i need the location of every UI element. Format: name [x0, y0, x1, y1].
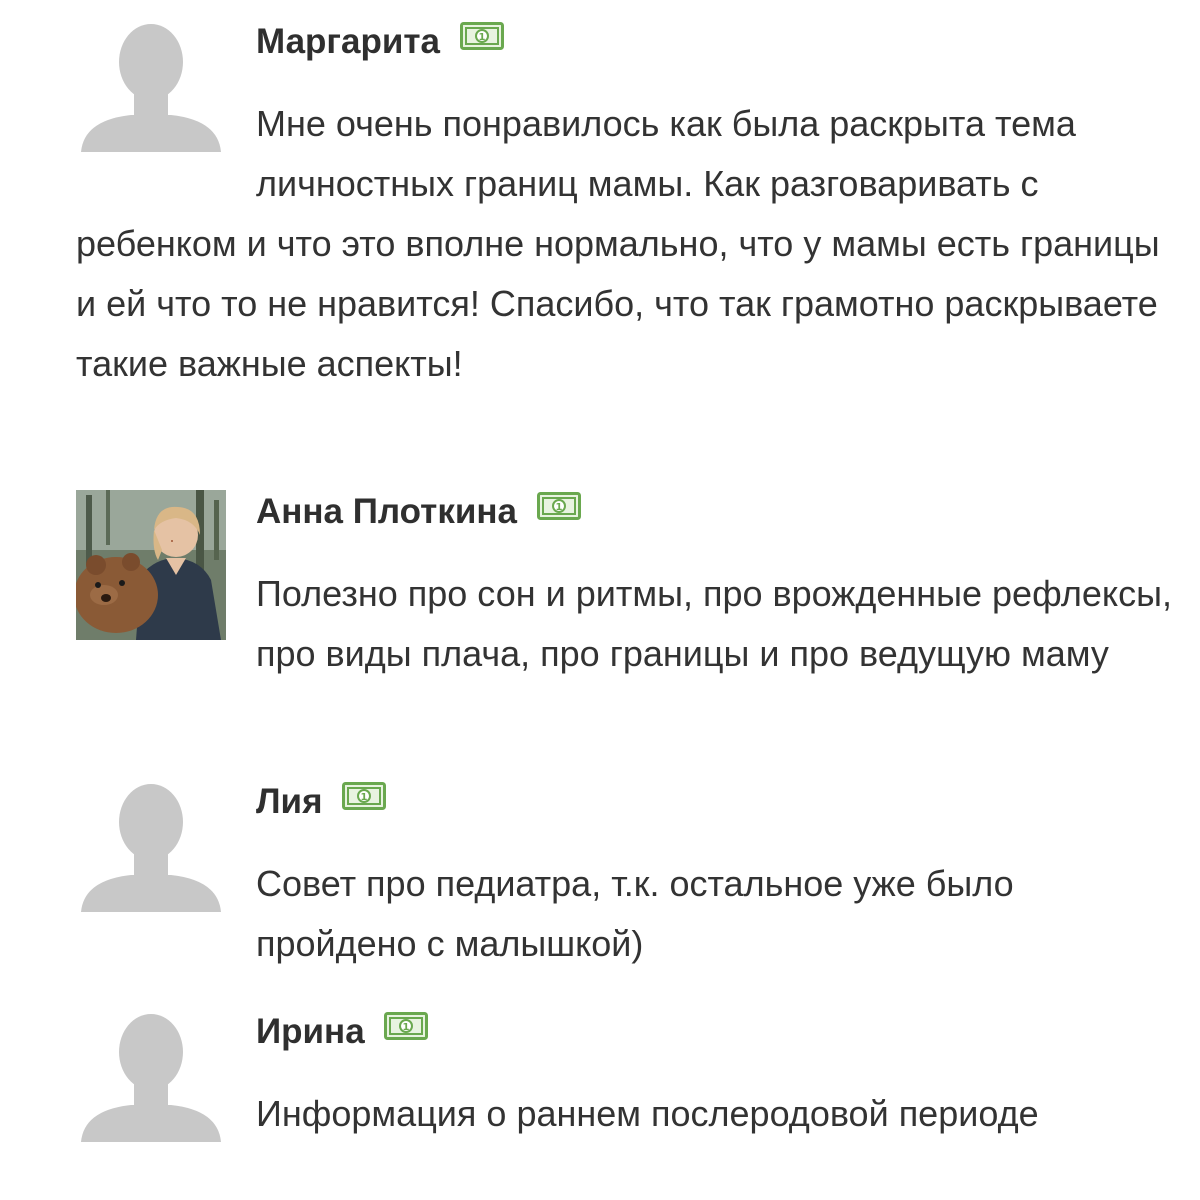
- comment-header: Маргарита 1: [76, 19, 1176, 61]
- avatar[interactable]: [76, 1010, 226, 1160]
- default-user-icon: [76, 780, 226, 930]
- default-user-icon: [76, 20, 226, 170]
- comment-item: Лия 1 Совет про педиатра, т.к. остальное…: [76, 780, 1176, 974]
- svg-text:1: 1: [478, 32, 485, 43]
- comment-item: Ирина 1 Информация о раннем послеродовой…: [76, 1010, 1176, 1160]
- comment-item: Анна Плоткина 1 Полезно про сон и ритмы,…: [76, 490, 1176, 684]
- comment-item: Маргарита 1 Мне очень понравилось как бы…: [76, 20, 1176, 394]
- comment-text: Информация о раннем послеродовой периоде: [256, 1093, 1039, 1134]
- author-name[interactable]: Анна Плоткина: [256, 492, 517, 531]
- comment-header: Анна Плоткина 1: [76, 489, 1176, 531]
- svg-text:1: 1: [361, 792, 368, 803]
- avatar[interactable]: [76, 780, 226, 930]
- comment-text: Совет про педиатра, т.к. остальное уже б…: [256, 863, 1014, 964]
- comment-text: Мне очень понравилось как была раскрыта …: [76, 103, 1160, 384]
- author-name[interactable]: Маргарита: [256, 22, 440, 61]
- svg-text:1: 1: [555, 502, 562, 513]
- banknote-icon: 1: [536, 489, 581, 529]
- avatar[interactable]: [76, 490, 226, 640]
- banknote-icon: 1: [342, 779, 387, 819]
- comment-header: Ирина 1: [76, 1009, 1176, 1051]
- author-name[interactable]: Ирина: [256, 1012, 365, 1051]
- avatar[interactable]: [76, 20, 226, 170]
- comment-header: Лия 1: [76, 779, 1176, 821]
- author-name[interactable]: Лия: [256, 782, 323, 821]
- user-photo: [76, 490, 226, 640]
- comment-text: Полезно про сон и ритмы, про врожденные …: [256, 573, 1172, 674]
- banknote-icon: 1: [459, 19, 504, 59]
- banknote-icon: 1: [384, 1009, 429, 1049]
- default-user-icon: [76, 1010, 226, 1160]
- svg-text:1: 1: [403, 1022, 410, 1033]
